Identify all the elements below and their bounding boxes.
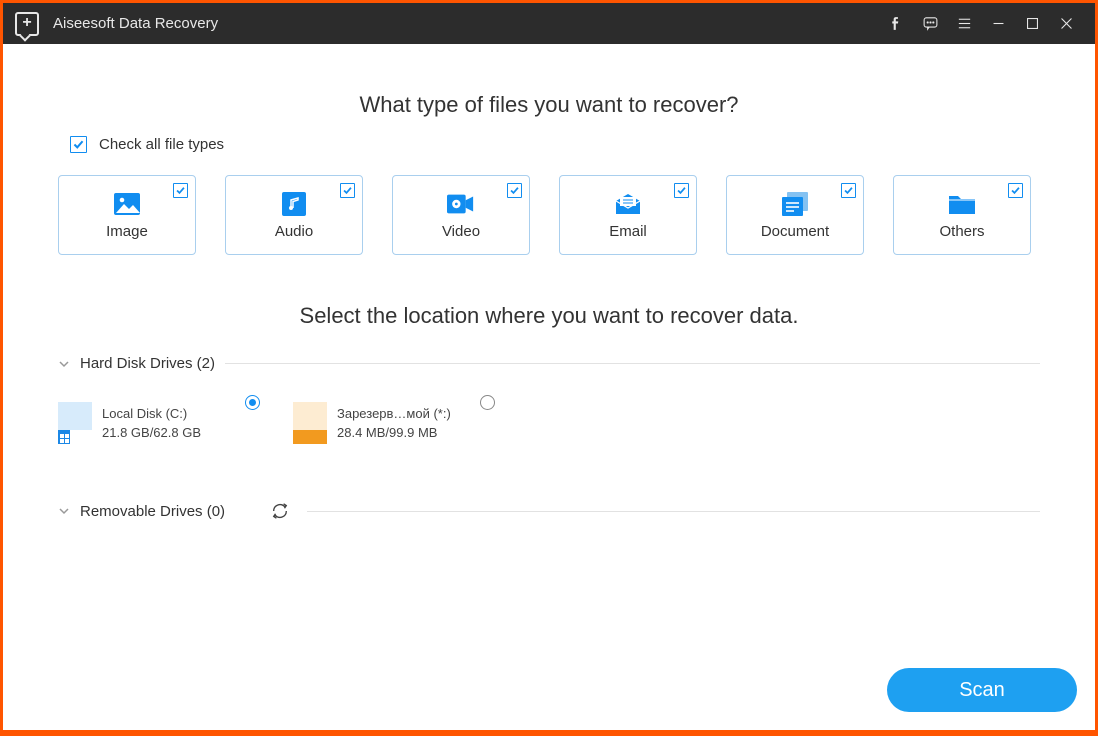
type-label: Image <box>106 223 148 240</box>
filetype-grid: Image Audio Video Em <box>58 175 1040 255</box>
feedback-icon[interactable] <box>913 3 947 44</box>
type-checkbox-audio[interactable] <box>340 183 355 198</box>
video-icon <box>447 191 475 217</box>
removable-section-label: Removable Drives (0) <box>80 503 225 520</box>
type-label: Audio <box>275 223 313 240</box>
image-icon <box>113 191 141 217</box>
type-card-document[interactable]: Document <box>726 175 864 255</box>
drive-usage: 21.8 GB/62.8 GB <box>102 425 201 440</box>
drives-list: Local Disk (C:) 21.8 GB/62.8 GB Зарезерв… <box>58 402 1040 444</box>
type-label: Others <box>939 223 984 240</box>
minimize-button[interactable] <box>981 3 1015 44</box>
type-checkbox-others[interactable] <box>1008 183 1023 198</box>
close-button[interactable] <box>1049 3 1083 44</box>
menu-icon[interactable] <box>947 3 981 44</box>
removable-section-header: Removable Drives (0) <box>58 502 1040 520</box>
audio-icon <box>280 191 308 217</box>
type-checkbox-document[interactable] <box>841 183 856 198</box>
collapse-caret-icon[interactable] <box>58 358 70 370</box>
collapse-caret-icon[interactable] <box>58 505 70 517</box>
filetypes-heading: What type of files you want to recover? <box>58 92 1040 118</box>
type-card-audio[interactable]: Audio <box>225 175 363 255</box>
type-checkbox-image[interactable] <box>173 183 188 198</box>
app-logo-icon <box>15 12 39 36</box>
document-icon <box>781 191 809 217</box>
type-checkbox-video[interactable] <box>507 183 522 198</box>
hdd-section-label: Hard Disk Drives (2) <box>80 355 215 372</box>
folder-icon <box>948 191 976 217</box>
drive-radio[interactable] <box>480 395 495 410</box>
title-bar: Aiseesoft Data Recovery <box>3 3 1095 44</box>
drive-icon <box>293 402 327 444</box>
drive-item-reserved[interactable]: Зарезерв…мой (*:) 28.4 MB/99.9 MB <box>293 402 473 444</box>
maximize-button[interactable] <box>1015 3 1049 44</box>
type-card-others[interactable]: Others <box>893 175 1031 255</box>
drive-item-c[interactable]: Local Disk (C:) 21.8 GB/62.8 GB <box>58 402 238 444</box>
type-label: Document <box>761 223 829 240</box>
app-title: Aiseesoft Data Recovery <box>53 15 218 32</box>
drive-name: Local Disk (C:) <box>102 406 201 421</box>
type-card-email[interactable]: Email <box>559 175 697 255</box>
type-checkbox-email[interactable] <box>674 183 689 198</box>
type-label: Video <box>442 223 480 240</box>
drive-icon <box>58 402 92 444</box>
drive-usage: 28.4 MB/99.9 MB <box>337 425 451 440</box>
scan-button[interactable]: Scan <box>887 668 1077 712</box>
type-label: Email <box>609 223 647 240</box>
drive-name: Зарезерв…мой (*:) <box>337 406 451 421</box>
facebook-icon[interactable] <box>879 3 913 44</box>
type-card-image[interactable]: Image <box>58 175 196 255</box>
type-card-video[interactable]: Video <box>392 175 530 255</box>
check-all-label: Check all file types <box>99 136 224 153</box>
location-heading: Select the location where you want to re… <box>58 303 1040 329</box>
drive-radio[interactable] <box>245 395 260 410</box>
refresh-icon[interactable] <box>271 502 289 520</box>
email-icon <box>614 191 642 217</box>
hdd-section-header: Hard Disk Drives (2) <box>58 355 1040 372</box>
check-all-checkbox[interactable] <box>70 136 87 153</box>
